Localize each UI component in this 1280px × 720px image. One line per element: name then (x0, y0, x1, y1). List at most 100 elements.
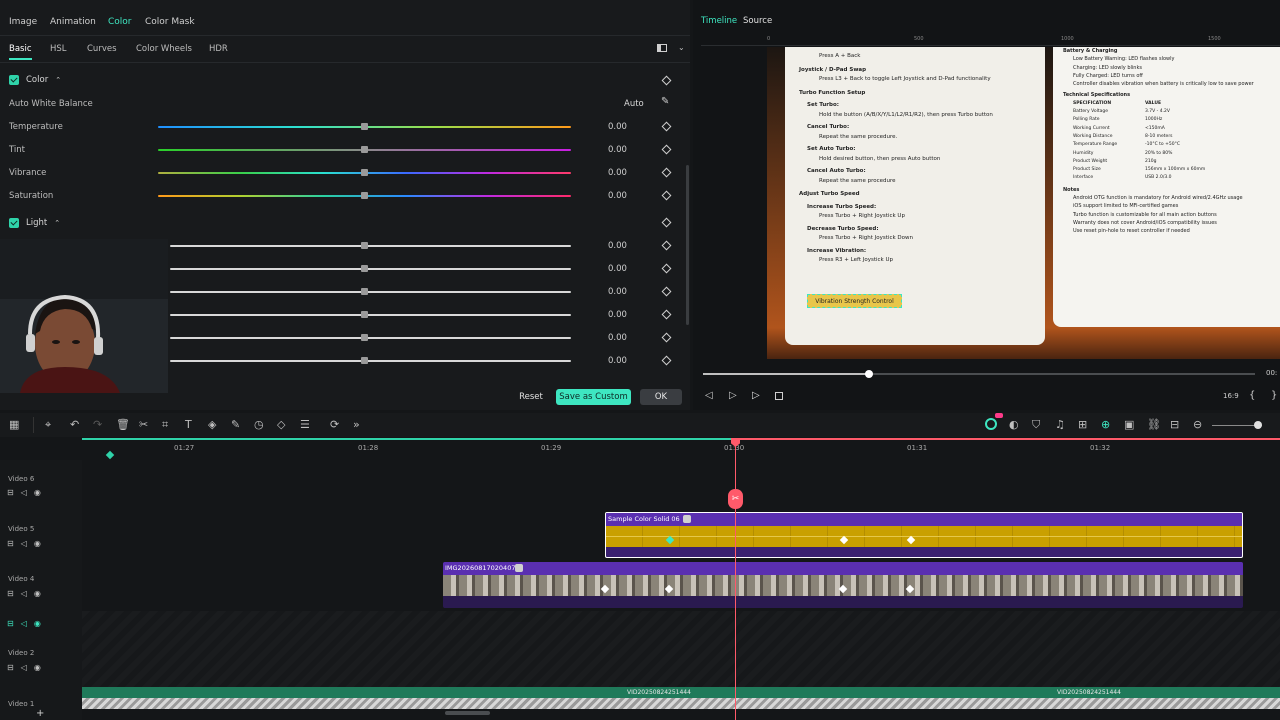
light-section-header[interactable]: Light ⌃ (9, 218, 60, 228)
redo-icon[interactable]: ↷ (93, 419, 102, 430)
fit-icon[interactable]: ⊟ (1170, 419, 1179, 430)
undo-icon[interactable]: ↶ (70, 419, 79, 430)
crop-icon[interactable]: ⌗ (162, 419, 168, 430)
ok-button[interactable]: OK (640, 389, 682, 405)
video1-clip[interactable]: VID20250824251444 VID20250824251444 (82, 687, 1280, 709)
vibrance-slider-thumb[interactable] (361, 169, 368, 176)
light-slider-thumb[interactable] (361, 334, 368, 341)
subtab-hdr[interactable]: HDR (209, 44, 228, 54)
auto-button[interactable]: Auto (624, 99, 644, 109)
audio-icon[interactable]: ♫ (1055, 419, 1065, 430)
add-track-icon[interactable]: + (36, 708, 44, 719)
timeline-ruler[interactable]: 01:27 01:28 01:29 01:30 01:31 01:32 (82, 438, 1280, 460)
keyframe-icon[interactable] (661, 217, 672, 228)
keyframe-icon[interactable] (661, 286, 672, 297)
speed-icon[interactable]: ◷ (254, 419, 264, 430)
bracket-right-icon[interactable]: } (1271, 390, 1277, 401)
light-slider-5[interactable] (170, 337, 571, 339)
saturation-slider-thumb[interactable] (361, 192, 368, 199)
light-value-4[interactable]: 0.00 (608, 310, 627, 320)
reset-button[interactable]: Reset (512, 389, 550, 405)
saturation-value[interactable]: 0.00 (608, 191, 627, 201)
next-frame-icon[interactable]: ▷ (729, 390, 737, 401)
playhead[interactable] (735, 438, 736, 720)
tab-source[interactable]: Source (743, 16, 772, 26)
play-icon[interactable]: ▷ (752, 390, 760, 401)
adjust-icon[interactable]: ☰ (300, 419, 310, 430)
tab-color[interactable]: Color (108, 17, 132, 27)
tab-animation[interactable]: Animation (50, 17, 96, 27)
aspect-ratio-label[interactable]: 16:9 (1223, 392, 1239, 400)
light-checkbox[interactable] (9, 218, 19, 228)
tab-color-mask[interactable]: Color Mask (145, 17, 195, 27)
keyframe-icon[interactable] (661, 240, 672, 251)
zoom-out-icon[interactable]: ⊖ (1193, 419, 1202, 430)
temperature-slider-thumb[interactable] (361, 123, 368, 130)
preview-progress-thumb[interactable] (864, 370, 873, 378)
marker-icon[interactable] (105, 450, 115, 460)
snap-icon[interactable]: ⊕ (1101, 419, 1110, 430)
color-solid-clip[interactable]: Sample Color Solid 06 (605, 512, 1243, 558)
keyframe-icon[interactable] (661, 309, 672, 320)
preview-progress-track[interactable] (703, 370, 1255, 378)
stop-icon[interactable] (775, 392, 783, 400)
color-checkbox[interactable] (9, 75, 19, 85)
vibrance-value[interactable]: 0.00 (608, 168, 627, 178)
keyframe-icon[interactable] (661, 332, 672, 343)
clip-effect-icon[interactable] (515, 564, 523, 572)
text-icon[interactable]: T (185, 419, 192, 430)
eyedropper-icon[interactable]: ✎ (661, 96, 669, 107)
light-slider-thumb[interactable] (361, 242, 368, 249)
tint-value[interactable]: 0.00 (608, 145, 627, 155)
bracket-left-icon[interactable]: { (1249, 390, 1255, 401)
track-controls[interactable]: ⊟◁◉ (7, 589, 48, 598)
keyframe-icon[interactable] (661, 355, 672, 366)
link-icon[interactable]: ⛓ (1147, 419, 1161, 430)
layout-icon[interactable]: ▦ (9, 419, 19, 430)
track-controls[interactable]: ⊟◁◉ (7, 663, 48, 672)
light-slider-thumb[interactable] (361, 288, 368, 295)
light-value-5[interactable]: 0.00 (608, 333, 627, 343)
keyframe-icon[interactable] (661, 167, 672, 178)
subtab-basic[interactable]: Basic (9, 44, 32, 60)
tint-slider-thumb[interactable] (361, 146, 368, 153)
record-icon[interactable] (985, 418, 997, 430)
track-controls[interactable]: ⊟◁◉ (7, 619, 48, 628)
light-value-6[interactable]: 0.00 (608, 356, 627, 366)
compare-view-icon[interactable] (657, 44, 667, 52)
grid-icon[interactable]: ⊞ (1078, 419, 1087, 430)
keyframe-tool-icon[interactable]: ◇ (277, 419, 285, 430)
keyframe-icon[interactable] (661, 121, 672, 132)
track-controls[interactable]: ⊟◁◉ (7, 539, 48, 548)
color-section-header[interactable]: Color ⌃ (9, 75, 61, 85)
tab-timeline[interactable]: Timeline (701, 16, 737, 26)
timeline-scrollbar[interactable] (445, 711, 490, 715)
light-slider-thumb[interactable] (361, 265, 368, 272)
light-slider-2[interactable] (170, 268, 571, 270)
select-tool-icon[interactable]: ⌖ (45, 419, 51, 430)
light-slider-3[interactable] (170, 291, 571, 293)
delete-icon[interactable]: 🗑 (116, 419, 130, 430)
keyframe-icon[interactable] (661, 75, 672, 86)
subtab-color-wheels[interactable]: Color Wheels (136, 44, 192, 54)
keyframe-icon[interactable] (661, 144, 672, 155)
video-clip[interactable]: IMG20260817020407 (443, 562, 1243, 608)
light-slider-thumb[interactable] (361, 357, 368, 364)
temperature-value[interactable]: 0.00 (608, 122, 627, 132)
light-slider-4[interactable] (170, 314, 571, 316)
light-value-2[interactable]: 0.00 (608, 264, 627, 274)
track-controls[interactable]: ⊟◁◉ (7, 488, 48, 497)
light-slider-6[interactable] (170, 360, 571, 362)
auto-icon[interactable]: ◐ (1009, 419, 1019, 430)
zoom-slider-thumb[interactable] (1254, 421, 1262, 429)
ai-icon[interactable]: ⟳ (330, 419, 339, 430)
prev-frame-icon[interactable]: ◁ (705, 390, 713, 401)
cut-icon[interactable]: ✂ (139, 419, 148, 430)
scissors-icon[interactable]: ✂ (728, 489, 743, 509)
scrollbar[interactable] (686, 165, 689, 325)
shield-icon[interactable]: ⛉ (1032, 419, 1040, 430)
pen-icon[interactable]: ✎ (231, 419, 240, 430)
light-slider-thumb[interactable] (361, 311, 368, 318)
tab-image[interactable]: Image (9, 17, 37, 27)
light-value-1[interactable]: 0.00 (608, 241, 627, 251)
